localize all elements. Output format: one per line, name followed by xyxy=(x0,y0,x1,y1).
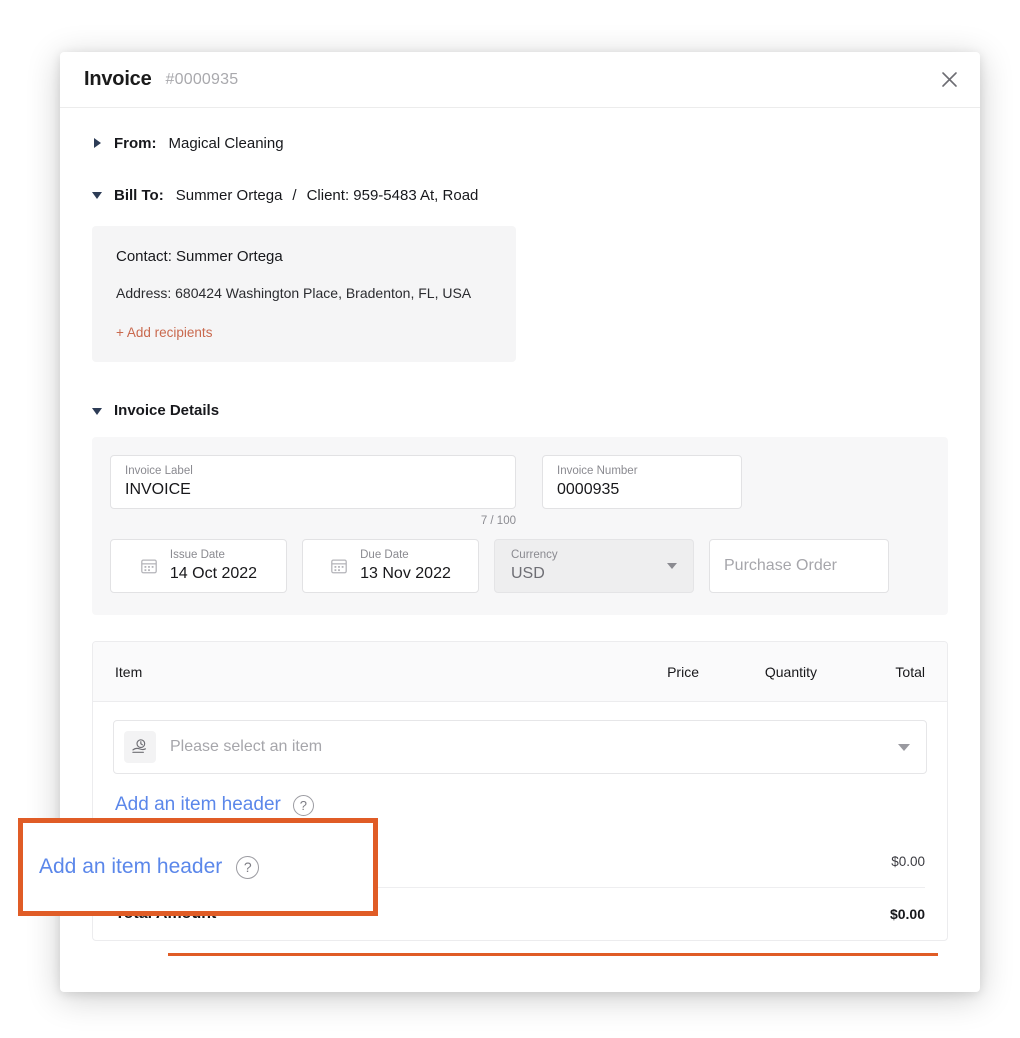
page-title: Invoice xyxy=(84,68,152,90)
add-recipients-link[interactable]: + Add recipients xyxy=(116,325,212,340)
from-value: Magical Cleaning xyxy=(168,134,284,152)
item-select-dropdown[interactable]: Please select an item xyxy=(113,720,927,774)
invoice-number-value: 0000935 xyxy=(557,481,620,498)
bill-to-client: Client: 959-5483 At, Road xyxy=(306,186,479,204)
currency-caption: Currency xyxy=(511,549,558,561)
screen-root: Invoice #0000935 From: Magical Cleaning … xyxy=(0,0,1020,1038)
triangle-down-icon[interactable] xyxy=(92,405,104,417)
contact-card: Contact: Summer Ortega Address: 680424 W… xyxy=(92,226,516,362)
add-item-header-link[interactable]: Add an item header xyxy=(115,794,281,816)
question-mark-icon[interactable]: ? xyxy=(292,794,314,816)
bill-to-label: Bill To: xyxy=(114,186,164,204)
invoice-details-heading: Invoice Details xyxy=(114,402,220,419)
issue-date-field[interactable]: Issue Date 14 Oct 2022 xyxy=(110,539,287,593)
invoice-number-field[interactable]: Invoice Number 0000935 xyxy=(542,455,742,509)
due-date-caption: Due Date xyxy=(360,549,409,561)
bill-to-separator: / xyxy=(292,186,297,204)
items-table-body: Please select an item Add an item header… xyxy=(93,702,947,836)
column-header-item: Item xyxy=(115,663,143,680)
question-mark-icon[interactable]: ? xyxy=(236,855,260,879)
due-date-value: 13 Nov 2022 xyxy=(360,565,451,582)
items-table-header: Item Price Quantity Total xyxy=(93,642,947,702)
highlight-rule xyxy=(168,953,938,956)
purchase-order-placeholder: Purchase Order xyxy=(724,557,837,574)
contact-name: Contact: Summer Ortega xyxy=(116,248,283,265)
currency-select[interactable]: Currency USD xyxy=(494,539,694,593)
invoice-label-field[interactable]: Invoice Label INVOICE xyxy=(110,455,516,509)
details-row-1: Invoice Label INVOICE Invoice Number 000… xyxy=(110,455,930,509)
from-label: From: xyxy=(114,134,157,152)
add-item-header-callout[interactable]: Add an item header ? xyxy=(18,818,378,916)
due-date-field[interactable]: Due Date 13 Nov 2022 xyxy=(302,539,479,593)
invoice-label-caption: Invoice Label xyxy=(125,465,193,477)
invoice-number-tag: #0000935 xyxy=(165,70,239,88)
calendar-icon xyxy=(331,559,347,574)
issue-date-value: 14 Oct 2022 xyxy=(169,565,258,582)
chevron-down-icon xyxy=(667,563,677,569)
close-icon xyxy=(941,72,957,87)
modal-header: Invoice #0000935 xyxy=(60,52,980,108)
from-section-row[interactable]: From: Magical Cleaning xyxy=(92,130,948,156)
chevron-down-icon xyxy=(898,743,910,751)
currency-value: USD xyxy=(511,565,545,582)
total-amount-value: $0.00 xyxy=(889,906,925,922)
triangle-down-icon[interactable] xyxy=(92,189,104,201)
item-select-placeholder: Please select an item xyxy=(170,738,323,755)
bill-to-section-row[interactable]: Bill To: Summer Ortega / Client: 959-548… xyxy=(92,182,948,208)
triangle-right-icon[interactable] xyxy=(92,137,104,149)
contact-address: Address: 680424 Washington Place, Braden… xyxy=(116,285,472,301)
invoice-details-panel: Invoice Label INVOICE Invoice Number 000… xyxy=(92,437,948,615)
invoice-label-value: INVOICE xyxy=(125,481,191,498)
close-button[interactable] xyxy=(936,67,962,93)
invoice-label-counter: 7 / 100 xyxy=(480,515,516,527)
invoice-number-caption: Invoice Number xyxy=(557,465,638,477)
hand-clock-service-icon xyxy=(124,731,156,763)
callout-add-item-header-link[interactable]: Add an item header xyxy=(39,855,222,879)
calendar-icon xyxy=(141,559,157,574)
issue-date-caption: Issue Date xyxy=(169,549,225,561)
invoice-details-header[interactable]: Invoice Details xyxy=(92,402,948,419)
column-header-quantity: Quantity xyxy=(764,663,817,680)
purchase-order-field[interactable]: Purchase Order xyxy=(709,539,889,593)
subtotal-value: $0.00 xyxy=(891,854,925,869)
column-header-price: Price xyxy=(667,663,699,680)
column-header-total: Total xyxy=(895,663,925,680)
details-row-2: Issue Date 14 Oct 2022 Due Date 13 Nov 2… xyxy=(110,539,930,593)
bill-to-name: Summer Ortega xyxy=(175,186,283,204)
